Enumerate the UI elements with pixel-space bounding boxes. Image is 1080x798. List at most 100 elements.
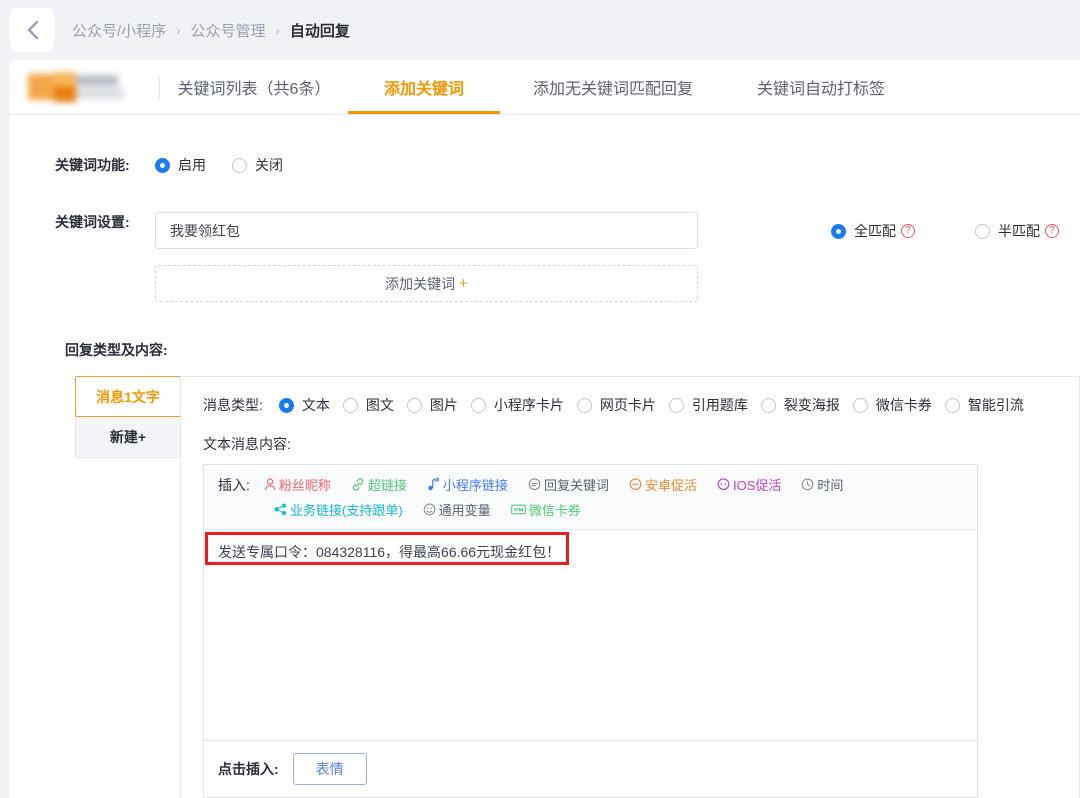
radio-label: 微信卡券 (875, 397, 932, 413)
radio-dot-icon (668, 397, 684, 413)
clock-icon (801, 478, 814, 491)
chat-icon (528, 478, 541, 491)
text-input-wrapper: 发送专属口令：084328116，得最高66.66元现金红包！ (204, 530, 977, 740)
keyword-setting-label: 关键词设置: (55, 214, 130, 230)
radio-dot-icon (155, 157, 170, 173)
tab-keyword-list[interactable]: 关键词列表（共6条） (160, 60, 348, 114)
breadcrumb-separator: › (176, 22, 181, 38)
radio-dot-icon (831, 223, 846, 239)
insert-toolbar: 插入: 粉丝昵称 超链接 小程序链接 回复关键词 安卓促活 IOS促活 时间 业… (204, 465, 977, 530)
radio-label: 启用 (178, 157, 206, 173)
breadcrumb-item-0[interactable]: 公众号/小程序 (72, 20, 166, 41)
add-keyword-label: 添加关键词 (385, 275, 456, 292)
message-area: 消息1文字 新建+ 消息类型: 文本 图文 图片 小程序卡片 网页卡片 引用题库… (75, 376, 1080, 798)
breadcrumb-separator: › (275, 22, 280, 38)
radio-type-webpage-card[interactable]: 网页卡片 (576, 395, 656, 415)
radio-dot-icon (944, 397, 960, 413)
radio-type-text[interactable]: 文本 (278, 395, 330, 415)
radio-type-imagetext[interactable]: 图文 (342, 395, 394, 415)
text-content-label: 文本消息内容: (203, 436, 291, 452)
radio-label: 裂变海报 (783, 397, 840, 413)
insert-android-activation[interactable]: 安卓促活 (629, 475, 697, 494)
smile-icon (423, 503, 436, 516)
text-message-input[interactable]: 发送专属口令：084328116，得最高66.66元现金红包！ (204, 530, 977, 740)
brand-logo-image (28, 72, 136, 102)
radio-label: 智能引流 (967, 397, 1024, 413)
insert-item-label: 通用变量 (438, 503, 491, 518)
insert-time[interactable]: 时间 (801, 475, 843, 494)
keyword-input[interactable] (155, 212, 698, 249)
tab-bar: 关键词列表（共6条） 添加关键词 添加无关键词匹配回复 关键词自动打标签 (10, 60, 1080, 115)
message-tab-new[interactable]: 新建+ (75, 417, 181, 458)
insert-fan-nickname[interactable]: 粉丝昵称 (264, 475, 331, 494)
radio-label: 小程序卡片 (493, 397, 564, 413)
reply-type-label: 回复类型及内容: (65, 342, 168, 358)
radio-full-match[interactable]: 全匹配 ? (831, 221, 915, 241)
radio-dot-icon (342, 397, 358, 413)
insert-reply-keyword[interactable]: 回复关键词 (528, 475, 609, 494)
tab-keyword-auto-tag[interactable]: 关键词自动打标签 (726, 60, 916, 114)
insert-label: 插入: (218, 476, 250, 493)
message-tab-list: 消息1文字 新建+ (75, 376, 181, 458)
breadcrumb-bar: 公众号/小程序 › 公众号管理 › 自动回复 (0, 0, 1080, 60)
radio-dot-icon (232, 157, 247, 173)
radio-label: 半匹配 (998, 223, 1040, 239)
text-caret (566, 544, 568, 560)
message-tab-1[interactable]: 消息1文字 (75, 376, 181, 417)
breadcrumb-item-1[interactable]: 公众号管理 (191, 20, 266, 41)
radio-function-disable[interactable]: 关闭 (232, 155, 283, 175)
insert-item-label: 微信卡券 (528, 503, 581, 518)
add-keyword-button[interactable]: 添加关键词 + (155, 265, 698, 302)
keyword-setting-row: 关键词设置: 全匹配 ? 半匹配 ? (10, 212, 1080, 249)
radio-label: 关闭 (255, 157, 283, 173)
tab-no-keyword-reply[interactable]: 添加无关键词匹配回复 (500, 60, 726, 114)
radio-type-wechat-coupon[interactable]: 微信卡券 (852, 395, 932, 415)
insert-toolbar-line-2: 业务链接(支持跟单) 通用变量 微信卡券 (218, 499, 963, 520)
insert-wechat-coupon[interactable]: 微信卡券 (510, 500, 581, 519)
keyword-function-label: 关键词功能: (55, 157, 130, 173)
help-icon[interactable]: ? (1045, 224, 1059, 238)
match-mode-group: 全匹配 ? 半匹配 ? (831, 212, 1059, 241)
radio-type-smart-traffic[interactable]: 智能引流 (944, 395, 1024, 415)
radio-type-image[interactable]: 图片 (406, 395, 458, 415)
insert-item-label: IOS促活 (732, 478, 782, 493)
tab-add-keyword[interactable]: 添加关键词 (348, 60, 500, 114)
radio-dot-icon (852, 397, 868, 413)
emoji-button[interactable]: 表情 (292, 753, 367, 785)
message-type-label: 消息类型: (203, 397, 263, 413)
message-panel: 消息类型: 文本 图文 图片 小程序卡片 网页卡片 引用题库 裂变海报 微信卡券… (180, 376, 1080, 798)
radio-label: 引用题库 (691, 397, 748, 413)
radio-label: 网页卡片 (599, 397, 656, 413)
insert-hyperlink[interactable]: 超链接 (351, 475, 407, 494)
radio-label: 图片 (429, 397, 458, 413)
radio-half-match[interactable]: 半匹配 ? (975, 221, 1059, 241)
chevron-left-icon (26, 20, 39, 40)
radio-type-fission-poster[interactable]: 裂变海报 (760, 395, 840, 415)
breadcrumb-item-2: 自动回复 (289, 22, 350, 40)
radio-label: 图文 (365, 397, 394, 413)
insert-item-label: 业务链接(支持跟单) (290, 503, 403, 518)
back-button[interactable] (10, 8, 54, 52)
click-insert-label: 点击插入: (218, 761, 279, 777)
radio-dot-icon (470, 397, 486, 413)
insert-miniprogram-link[interactable]: 小程序链接 (427, 475, 508, 494)
insert-ios-activation[interactable]: IOS促活 (717, 475, 781, 494)
insert-item-label: 时间 (817, 478, 844, 493)
plus-icon: + (459, 275, 468, 292)
radio-dot-icon (576, 397, 592, 413)
radio-dot-icon (278, 397, 294, 413)
help-icon[interactable]: ? (901, 224, 915, 238)
message-type-row: 消息类型: 文本 图文 图片 小程序卡片 网页卡片 引用题库 裂变海报 微信卡券… (203, 395, 1057, 415)
form-body: 关键词功能: 启用 关闭 关键词设置: 全匹配 ? (10, 115, 1080, 798)
keyword-function-row: 关键词功能: 启用 关闭 (10, 155, 1080, 175)
insert-general-variable[interactable]: 通用变量 (423, 500, 491, 519)
brand-logo (10, 60, 160, 114)
insert-business-link[interactable]: 业务链接(支持跟单) (274, 500, 403, 519)
insert-item-label: 回复关键词 (543, 478, 609, 493)
insert-item-label: 粉丝昵称 (278, 478, 331, 493)
editor-footer: 点击插入: 表情 (204, 740, 977, 797)
radio-dot-icon (975, 223, 990, 239)
radio-function-enable[interactable]: 启用 (155, 155, 206, 175)
radio-type-question-bank[interactable]: 引用题库 (668, 395, 748, 415)
radio-type-miniprogram-card[interactable]: 小程序卡片 (470, 395, 564, 415)
